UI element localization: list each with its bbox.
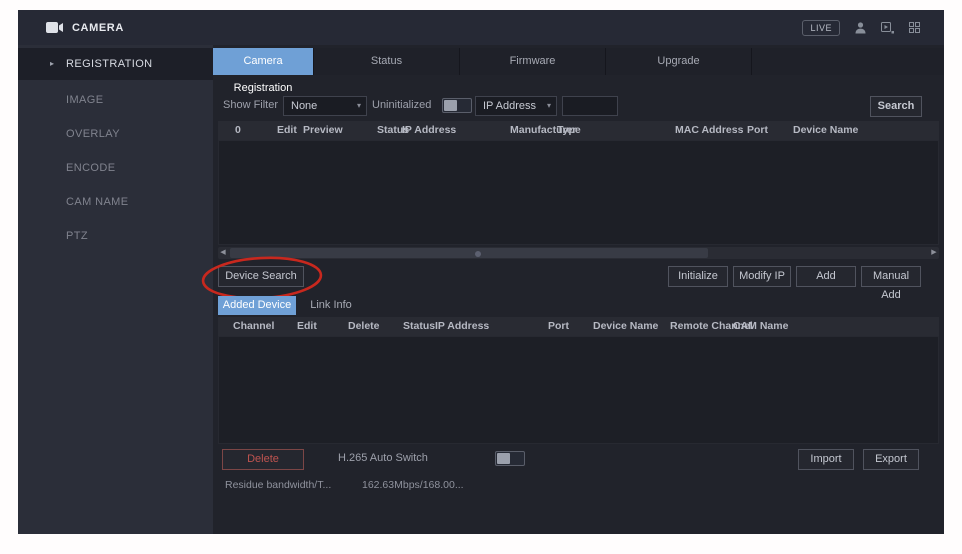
sidebar-item-label: CAM NAME — [66, 196, 128, 208]
col-device-name: Device Name — [793, 121, 858, 140]
filter-select[interactable]: None ▾ — [283, 96, 367, 116]
tab-camera-registration[interactable]: Camera Registration — [213, 48, 314, 75]
tab-strip: Camera Registration Status Firmware Upgr… — [213, 48, 944, 75]
tab-link-info[interactable]: Link Info — [301, 296, 361, 315]
uninitialized-label: Uninitialized — [372, 99, 431, 111]
scrollbar-grip — [475, 251, 481, 257]
filter-select-value: None — [291, 100, 317, 112]
col-delete: Delete — [348, 317, 380, 336]
col-status: Status — [403, 317, 435, 336]
sidebar-item-label: OVERLAY — [66, 128, 120, 140]
col-device-name: Device Name — [593, 317, 658, 336]
app-window: CAMERA LIVE ▸ REGISTRATION IMAGE OVERLAY… — [18, 10, 944, 534]
search-field-value: IP Address — [483, 100, 536, 112]
bandwidth-value: 162.63Mbps/168.00... — [362, 479, 464, 491]
add-button[interactable]: Add — [796, 266, 856, 287]
live-button[interactable]: LIVE — [802, 20, 840, 36]
page-title: CAMERA — [72, 22, 124, 34]
col-cam-name: CAM Name — [733, 317, 788, 336]
search-field-select[interactable]: IP Address ▾ — [475, 96, 557, 116]
camera-icon — [46, 22, 63, 33]
export-button[interactable]: Export — [863, 449, 919, 470]
sidebar-item-label: REGISTRATION — [66, 58, 153, 70]
chevron-down-icon: ▾ — [357, 97, 361, 115]
bandwidth-label: Residue bandwidth/T... — [225, 479, 331, 491]
sidebar-item-registration[interactable]: ▸ REGISTRATION — [18, 48, 213, 80]
playback-icon[interactable] — [881, 22, 894, 34]
added-table-body — [218, 336, 939, 444]
manual-add-button[interactable]: Manual Add — [861, 266, 921, 287]
col-edit: Edit — [277, 121, 297, 140]
horizontal-scrollbar[interactable]: ◀ ▶ — [218, 247, 939, 259]
modify-ip-button[interactable]: Modify IP — [733, 266, 791, 287]
scrollbar-thumb[interactable] — [230, 248, 708, 258]
col-preview: Preview — [303, 121, 343, 140]
col-edit: Edit — [297, 317, 317, 336]
tab-added-device[interactable]: Added Device — [218, 296, 296, 315]
sidebar-item-ptz[interactable]: PTZ — [18, 219, 213, 253]
sidebar: ▸ REGISTRATION IMAGE OVERLAY ENCODE CAM … — [18, 45, 213, 534]
initialize-button[interactable]: Initialize — [668, 266, 728, 287]
search-input[interactable] — [562, 96, 618, 116]
scroll-right-icon[interactable]: ▶ — [929, 247, 939, 259]
sidebar-item-cam-name[interactable]: CAM NAME — [18, 185, 213, 219]
col-port: Port — [548, 317, 569, 336]
title-bar: CAMERA LIVE — [18, 10, 944, 45]
toggle-knob — [497, 453, 510, 464]
delete-button[interactable]: Delete — [222, 449, 304, 470]
sidebar-item-overlay[interactable]: OVERLAY — [18, 117, 213, 151]
sidebar-item-label: IMAGE — [66, 94, 103, 106]
main-content: Camera Registration Status Firmware Upgr… — [213, 45, 944, 534]
device-search-button[interactable]: Device Search — [218, 266, 304, 287]
scroll-left-icon[interactable]: ◀ — [218, 247, 228, 259]
active-bullet-icon: ▸ — [50, 48, 54, 80]
col-port: Port — [747, 121, 768, 140]
sidebar-item-encode[interactable]: ENCODE — [18, 151, 213, 185]
h265-auto-switch-label: H.265 Auto Switch — [338, 452, 428, 464]
tab-status[interactable]: Status — [314, 48, 460, 75]
col-channel: Channel — [233, 317, 274, 336]
col-ip-address: IP Address — [402, 121, 456, 140]
chevron-down-icon: ▾ — [547, 97, 551, 115]
col-type: Type — [557, 121, 581, 140]
device-table-body — [218, 140, 939, 245]
import-button[interactable]: Import — [798, 449, 854, 470]
user-icon[interactable] — [855, 22, 866, 34]
sidebar-item-image[interactable]: IMAGE — [18, 83, 213, 117]
tab-firmware[interactable]: Firmware — [460, 48, 606, 75]
sidebar-item-label: PTZ — [66, 230, 88, 242]
show-filter-label: Show Filter — [223, 99, 278, 111]
col-ip-address: IP Address — [435, 317, 489, 336]
h265-auto-switch-toggle[interactable] — [495, 451, 525, 466]
added-table-header: Channel Edit Delete Status IP Address Po… — [218, 317, 939, 336]
device-table-header: 0 Edit Preview Status IP Address Manufac… — [218, 121, 939, 140]
window-body: ▸ REGISTRATION IMAGE OVERLAY ENCODE CAM … — [18, 45, 944, 534]
col-count: 0 — [235, 121, 241, 140]
uninitialized-toggle[interactable] — [442, 98, 472, 113]
search-button[interactable]: Search — [870, 96, 922, 117]
toggle-knob — [444, 100, 457, 111]
col-mac-address: MAC Address — [675, 121, 743, 140]
tab-upgrade[interactable]: Upgrade — [606, 48, 752, 75]
titlebar-actions: LIVE — [802, 10, 920, 45]
grid-icon[interactable] — [909, 22, 920, 33]
sidebar-item-label: ENCODE — [66, 162, 115, 174]
